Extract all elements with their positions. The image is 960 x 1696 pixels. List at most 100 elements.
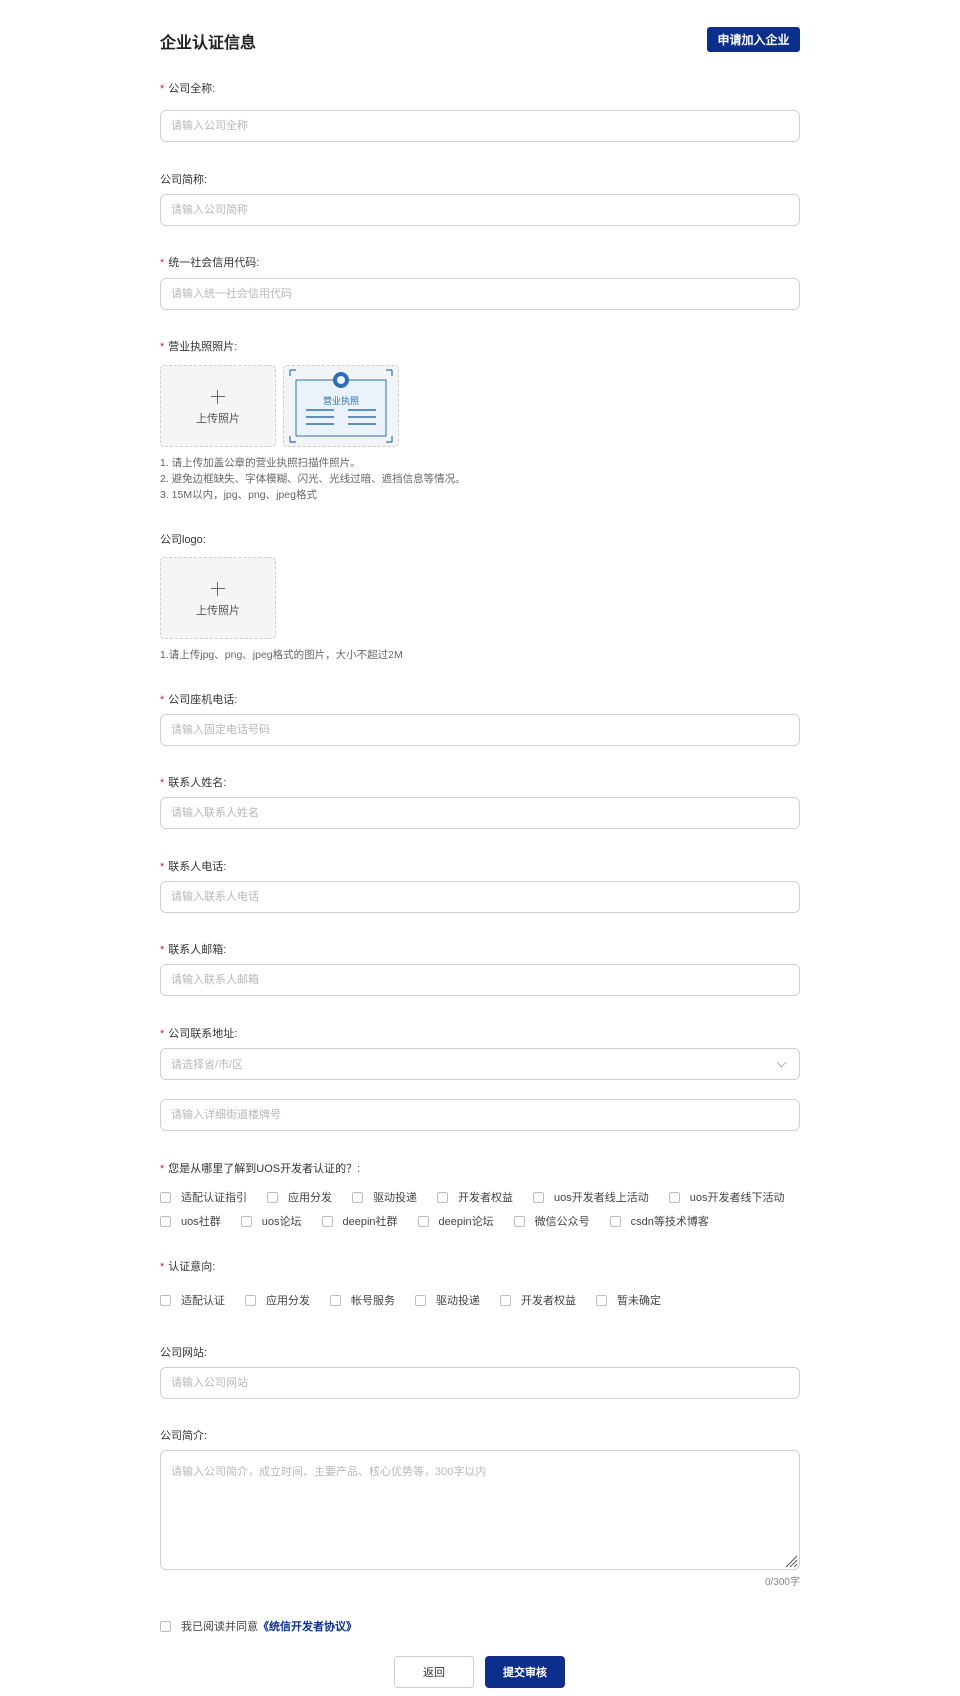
credit-code-input[interactable] <box>160 278 800 310</box>
checkbox[interactable] <box>330 1294 341 1306</box>
short-name-input[interactable] <box>160 194 800 226</box>
label-text: 统一社会信用代码: <box>168 257 260 269</box>
intro-label: 公司简介: <box>160 1430 208 1442</box>
checkbox[interactable] <box>437 1191 448 1203</box>
intent-option[interactable]: 适配认证 <box>160 1292 225 1308</box>
option-label: 应用分发 <box>288 1192 332 1204</box>
intent-option[interactable]: 应用分发 <box>245 1292 310 1308</box>
checkbox[interactable] <box>500 1294 511 1306</box>
hint-line: 2. 避免边框缺失、字体模糊、闪光、光线过暗、遮挡信息等情况。 <box>160 473 466 485</box>
option-label: 微信公众号 <box>534 1216 590 1228</box>
region-select-placeholder: 请选择省/市/区 <box>171 1059 244 1071</box>
upload-label: 上传照片 <box>196 605 240 617</box>
contact-phone-label: * 联系人电话: <box>160 858 226 874</box>
company-name-input[interactable] <box>160 110 800 142</box>
label-text: 营业执照照片: <box>168 341 238 353</box>
contact-email-input[interactable] <box>160 964 800 996</box>
checkbox[interactable] <box>596 1294 607 1306</box>
option-label: uos社群 <box>181 1216 221 1228</box>
source-option[interactable]: uos论坛 <box>240 1213 302 1229</box>
apply-join-company-button[interactable]: 申请加入企业 <box>707 27 800 52</box>
source-option[interactable]: 驱动投递 <box>352 1189 417 1205</box>
checkbox[interactable] <box>240 1215 252 1227</box>
intent-options-row: 适配认证 应用分发 帐号服务 驱动投递 开发者权益 暂未确定 <box>160 1292 661 1308</box>
landline-input[interactable] <box>160 714 800 746</box>
form-header: 企业认证信息 申请加入企业 <box>160 27 800 53</box>
source-option[interactable]: uos社群 <box>160 1213 221 1229</box>
intent-option[interactable]: 驱动投递 <box>415 1292 480 1308</box>
agreement-link[interactable]: 《统信开发者协议》 <box>258 1618 357 1634</box>
agreement-text: 我已阅读并同意 <box>181 1621 258 1633</box>
required-mark: * <box>160 257 165 269</box>
option-label: uos论坛 <box>261 1216 302 1228</box>
license-hints: 1. 请上传加盖公章的营业执照扫描件照片。 2. 避免边框缺失、字体模糊、闪光、… <box>160 455 466 503</box>
option-label: 帐号服务 <box>351 1295 395 1307</box>
char-counter: 0/300字 <box>764 1577 800 1588</box>
checkbox[interactable] <box>160 1294 171 1306</box>
logo-upload-button[interactable]: 上传照片 <box>160 557 276 639</box>
required-mark: * <box>160 83 165 95</box>
logo-label: 公司logo: <box>160 534 206 546</box>
source-label: * 您是从哪里了解到UOS开发者认证的？: <box>160 1160 360 1176</box>
required-mark: * <box>160 944 165 956</box>
hint-line: 3. 15M以内，jpg、png、jpeg格式 <box>160 489 317 501</box>
checkbox[interactable] <box>160 1191 171 1203</box>
submit-review-button[interactable]: 提交审核 <box>485 1656 565 1688</box>
back-button[interactable]: 返回 <box>394 1656 474 1688</box>
source-option[interactable]: deepin社群 <box>321 1213 398 1229</box>
source-option[interactable]: uos开发者线下活动 <box>668 1189 785 1205</box>
checkbox[interactable] <box>513 1215 525 1227</box>
website-input[interactable] <box>160 1367 800 1399</box>
checkbox[interactable] <box>417 1215 429 1227</box>
checkbox[interactable] <box>609 1215 621 1227</box>
website-label: 公司网站: <box>160 1347 208 1359</box>
business-license-label: * 营业执照照片: <box>160 338 237 354</box>
checkbox[interactable] <box>668 1191 680 1203</box>
source-option[interactable]: csdn等技术博客 <box>609 1213 709 1229</box>
option-label: uos开发者线上活动 <box>554 1192 649 1204</box>
source-option[interactable]: 微信公众号 <box>513 1213 590 1229</box>
agreement-row: 我已阅读并同意 《统信开发者协议》 <box>160 1618 357 1634</box>
intro-textarea[interactable] <box>160 1450 800 1570</box>
intent-option[interactable]: 开发者权益 <box>500 1292 576 1308</box>
license-upload-button[interactable]: 上传照片 <box>160 365 276 447</box>
contact-phone-input[interactable] <box>160 881 800 913</box>
option-label: 适配认证 <box>181 1295 225 1307</box>
option-label: 适配认证指引 <box>181 1192 247 1204</box>
contact-name-input[interactable] <box>160 797 800 829</box>
label-text: 联系人邮箱: <box>168 944 227 956</box>
source-option[interactable]: uos开发者线上活动 <box>533 1189 649 1205</box>
intent-option[interactable]: 暂未确定 <box>596 1292 661 1308</box>
label-text: 公司座机电话: <box>168 694 238 706</box>
region-select[interactable]: 请选择省/市/区 <box>160 1048 800 1080</box>
plus-icon <box>211 582 225 596</box>
checkbox[interactable] <box>267 1191 278 1203</box>
checkbox[interactable] <box>321 1215 333 1227</box>
source-option[interactable]: 应用分发 <box>267 1189 332 1205</box>
street-address-input[interactable] <box>160 1099 800 1131</box>
checkbox[interactable] <box>415 1294 426 1306</box>
checkbox[interactable] <box>245 1294 256 1306</box>
resize-grip-icon[interactable] <box>784 1554 798 1568</box>
required-mark: * <box>160 777 165 789</box>
chevron-down-icon <box>776 1057 787 1067</box>
short-name-label: 公司简称: <box>160 174 208 186</box>
option-label: 驱动投递 <box>373 1192 417 1204</box>
intent-option[interactable]: 帐号服务 <box>330 1292 395 1308</box>
option-label: 开发者权益 <box>521 1295 576 1307</box>
source-option[interactable]: 适配认证指引 <box>160 1189 247 1205</box>
source-option[interactable]: 开发者权益 <box>437 1189 513 1205</box>
agreement-checkbox[interactable]: 我已阅读并同意 《统信开发者协议》 <box>160 1618 357 1634</box>
plus-icon <box>211 390 225 404</box>
checkbox[interactable] <box>352 1191 363 1203</box>
option-label: deepin社群 <box>342 1216 398 1228</box>
source-options-row-2: uos社群 uos论坛 deepin社群 deepin论坛 微信公众号 csdn… <box>160 1213 709 1229</box>
source-option[interactable]: deepin论坛 <box>417 1213 494 1229</box>
landline-label: * 公司座机电话: <box>160 691 237 707</box>
checkbox[interactable] <box>533 1191 544 1203</box>
checkbox[interactable] <box>160 1215 171 1227</box>
checkbox[interactable] <box>160 1620 171 1632</box>
upload-label: 上传照片 <box>196 413 240 425</box>
option-label: 驱动投递 <box>436 1295 480 1307</box>
logo-hint: 1.请上传jpg、png、jpeg格式的图片，大小不超过2M <box>160 649 403 661</box>
